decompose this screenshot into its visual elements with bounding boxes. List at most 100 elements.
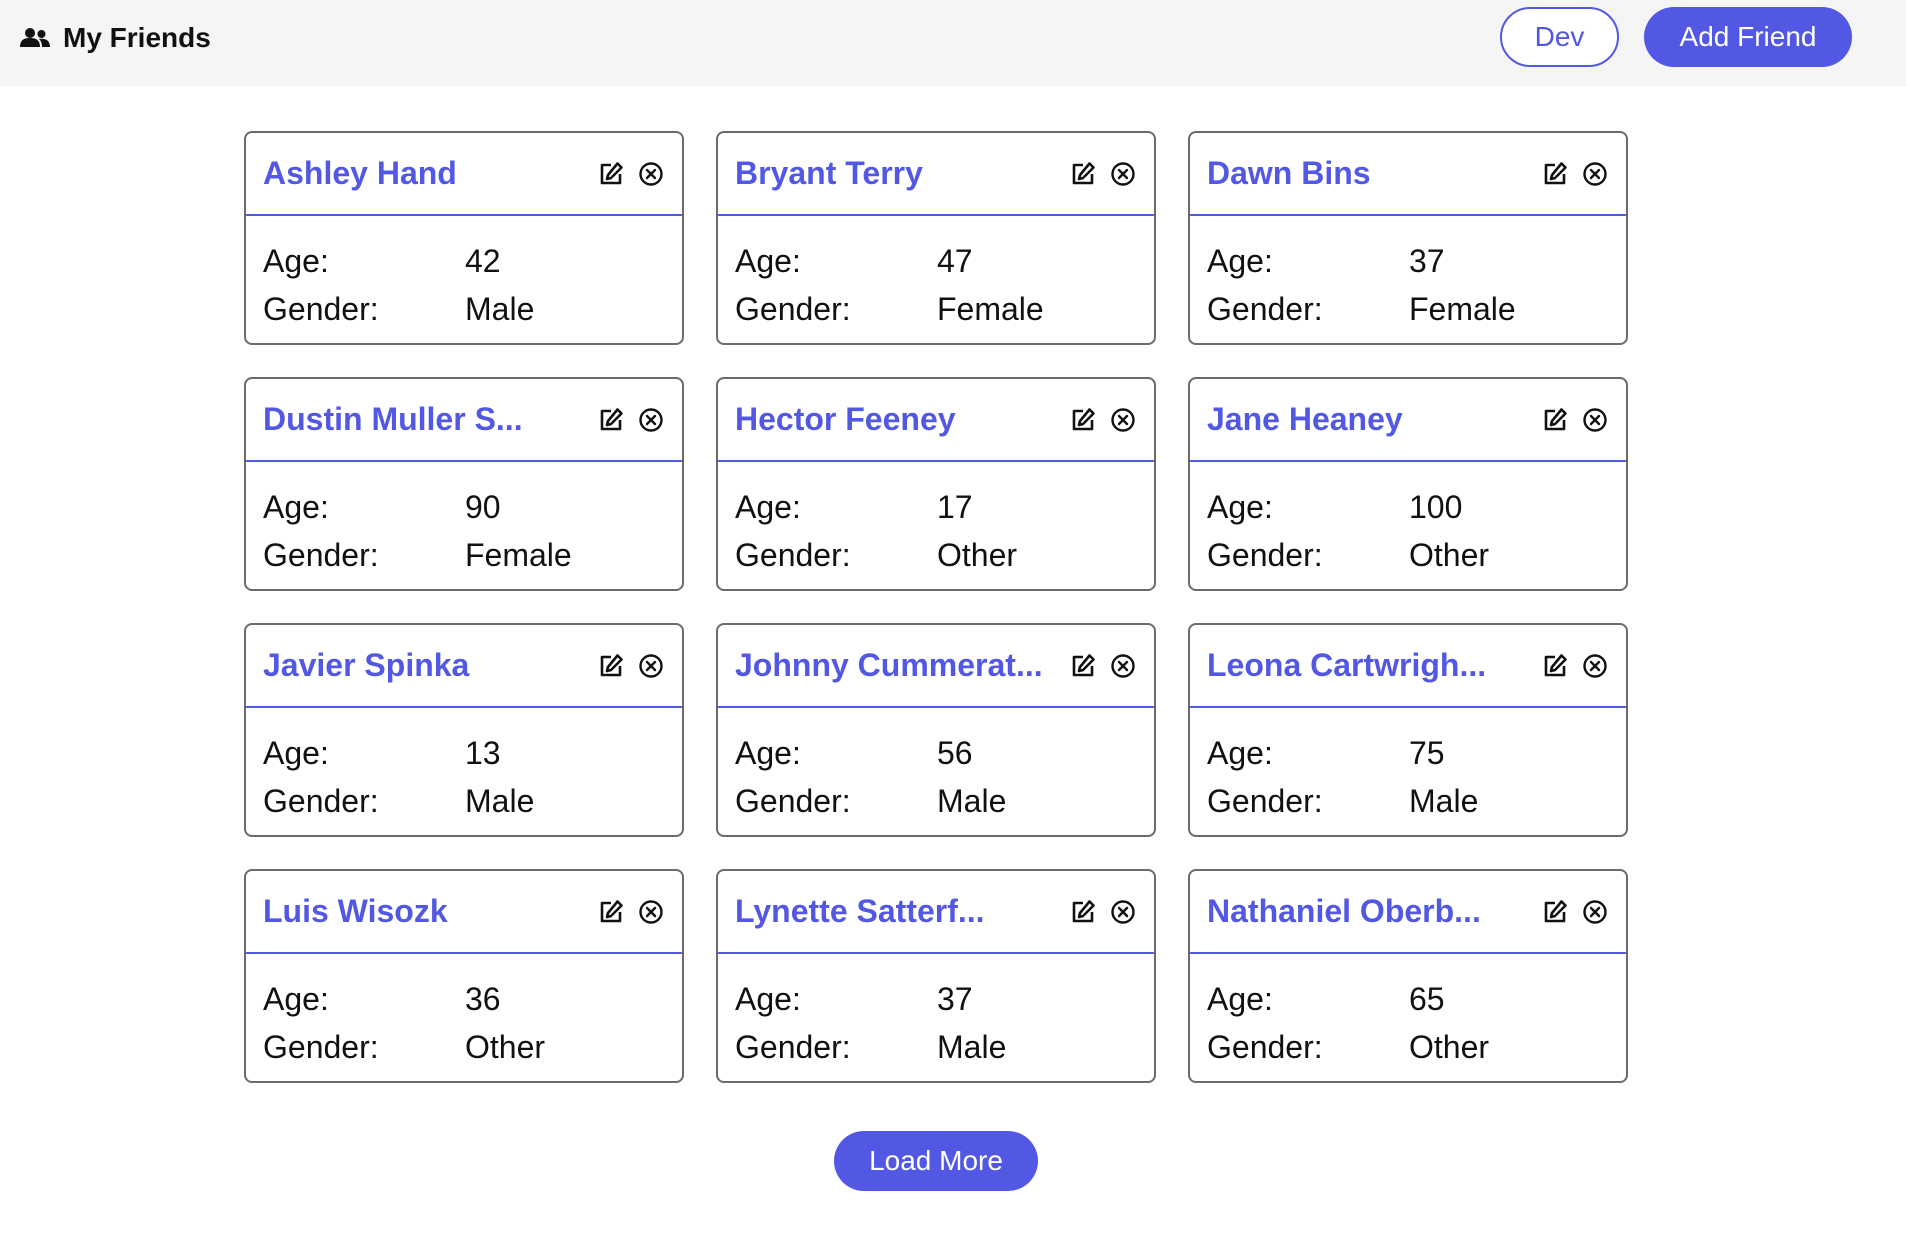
- age-label: Age:: [735, 734, 801, 771]
- age-label: Age:: [735, 242, 801, 279]
- friend-card-body: Age: 42 Gender: Male: [246, 216, 682, 333]
- close-circle-icon[interactable]: [1582, 653, 1608, 679]
- friend-card-body: Age: 75 Gender: Male: [1190, 708, 1626, 825]
- friend-card-body: Age: 65 Gender: Other: [1190, 954, 1626, 1071]
- friend-name: Dawn Bins: [1207, 155, 1371, 191]
- age-value: 75: [1409, 734, 1445, 771]
- gender-value: Male: [1409, 782, 1479, 819]
- friend-grid: Ashley Hand Age: 42 Gender: Male Bryant …: [244, 131, 1628, 1083]
- users-icon: [20, 27, 50, 49]
- friend-card-body: Age: 17 Gender: Other: [718, 462, 1154, 579]
- friend-card-header: Dawn Bins: [1190, 133, 1626, 216]
- close-circle-icon[interactable]: [638, 653, 664, 679]
- edit-icon[interactable]: [1070, 899, 1096, 925]
- close-circle-icon[interactable]: [638, 161, 664, 187]
- friend-name: Lynette Satterf...: [735, 893, 985, 929]
- gender-row: Gender: Female: [735, 285, 1137, 333]
- age-row: Age: 37: [735, 975, 1137, 1023]
- edit-icon[interactable]: [1070, 161, 1096, 187]
- gender-row: Gender: Other: [735, 531, 1137, 579]
- gender-value: Female: [937, 290, 1044, 327]
- age-value: 56: [937, 734, 973, 771]
- edit-icon[interactable]: [1070, 407, 1096, 433]
- friend-card-body: Age: 56 Gender: Male: [718, 708, 1154, 825]
- card-actions: [1542, 899, 1608, 925]
- gender-value: Female: [1409, 290, 1516, 327]
- friend-card-body: Age: 100 Gender: Other: [1190, 462, 1626, 579]
- age-row: Age: 65: [1207, 975, 1609, 1023]
- close-circle-icon[interactable]: [1582, 899, 1608, 925]
- close-circle-icon[interactable]: [1582, 161, 1608, 187]
- card-actions: [598, 899, 664, 925]
- edit-icon[interactable]: [598, 653, 624, 679]
- gender-value: Other: [465, 1028, 546, 1065]
- gender-label: Gender:: [1207, 290, 1323, 327]
- gender-value: Female: [465, 536, 572, 573]
- age-value: 37: [1409, 242, 1445, 279]
- friend-card-header: Johnny Cummerat...: [718, 625, 1154, 708]
- friend-card: Hector Feeney Age: 17 Gender: Other: [716, 377, 1156, 591]
- gender-row: Gender: Other: [1207, 531, 1609, 579]
- friend-card-header: Leona Cartwrigh...: [1190, 625, 1626, 708]
- close-circle-icon[interactable]: [1582, 407, 1608, 433]
- close-circle-icon[interactable]: [638, 407, 664, 433]
- gender-label: Gender:: [735, 290, 851, 327]
- close-circle-icon[interactable]: [1110, 161, 1136, 187]
- age-value: 100: [1409, 488, 1463, 525]
- add-friend-button[interactable]: Add Friend: [1644, 7, 1852, 67]
- friend-name: Leona Cartwrigh...: [1207, 647, 1487, 683]
- card-actions: [1070, 161, 1136, 187]
- close-circle-icon[interactable]: [1110, 653, 1136, 679]
- close-circle-icon[interactable]: [1110, 407, 1136, 433]
- gender-row: Gender: Male: [1207, 777, 1609, 825]
- friend-name: Javier Spinka: [263, 647, 470, 683]
- gender-value: Male: [465, 782, 535, 819]
- dev-button[interactable]: Dev: [1500, 7, 1619, 67]
- gender-value: Male: [465, 290, 535, 327]
- age-label: Age:: [1207, 488, 1273, 525]
- age-value: 65: [1409, 980, 1445, 1017]
- edit-icon[interactable]: [1070, 653, 1096, 679]
- gender-row: Gender: Male: [263, 777, 665, 825]
- age-row: Age: 37: [1207, 237, 1609, 285]
- age-label: Age:: [735, 980, 801, 1017]
- gender-label: Gender:: [735, 1028, 851, 1065]
- gender-row: Gender: Female: [1207, 285, 1609, 333]
- age-row: Age: 17: [735, 483, 1137, 531]
- age-value: 42: [465, 242, 501, 279]
- friend-card-header: Jane Heaney: [1190, 379, 1626, 462]
- gender-value: Male: [937, 782, 1007, 819]
- edit-icon[interactable]: [1542, 653, 1568, 679]
- age-value: 37: [937, 980, 973, 1017]
- age-label: Age:: [1207, 734, 1273, 771]
- age-label: Age:: [1207, 242, 1273, 279]
- age-row: Age: 90: [263, 483, 665, 531]
- close-circle-icon[interactable]: [1110, 899, 1136, 925]
- top-bar: My Friends Dev Add Friend: [0, 0, 1906, 86]
- gender-label: Gender:: [1207, 782, 1323, 819]
- friend-card-body: Age: 36 Gender: Other: [246, 954, 682, 1071]
- gender-label: Gender:: [735, 536, 851, 573]
- gender-value: Other: [1409, 1028, 1490, 1065]
- age-label: Age:: [263, 488, 329, 525]
- edit-icon[interactable]: [598, 161, 624, 187]
- friend-card: Nathaniel Oberb... Age: 65 Gender: Other: [1188, 869, 1628, 1083]
- gender-row: Gender: Other: [1207, 1023, 1609, 1071]
- edit-icon[interactable]: [598, 899, 624, 925]
- edit-icon[interactable]: [1542, 899, 1568, 925]
- friend-card: Ashley Hand Age: 42 Gender: Male: [244, 131, 684, 345]
- page-title: My Friends: [63, 22, 211, 53]
- gender-row: Gender: Male: [263, 285, 665, 333]
- edit-icon[interactable]: [1542, 407, 1568, 433]
- friend-name: Johnny Cummerat...: [735, 647, 1043, 683]
- edit-icon[interactable]: [1542, 161, 1568, 187]
- card-actions: [598, 407, 664, 433]
- brand: My Friends: [20, 23, 211, 53]
- gender-label: Gender:: [263, 290, 379, 327]
- close-circle-icon[interactable]: [638, 899, 664, 925]
- gender-row: Gender: Female: [263, 531, 665, 579]
- load-more-button[interactable]: Load More: [834, 1131, 1038, 1191]
- friend-card-header: Luis Wisozk: [246, 871, 682, 954]
- age-label: Age:: [263, 734, 329, 771]
- edit-icon[interactable]: [598, 407, 624, 433]
